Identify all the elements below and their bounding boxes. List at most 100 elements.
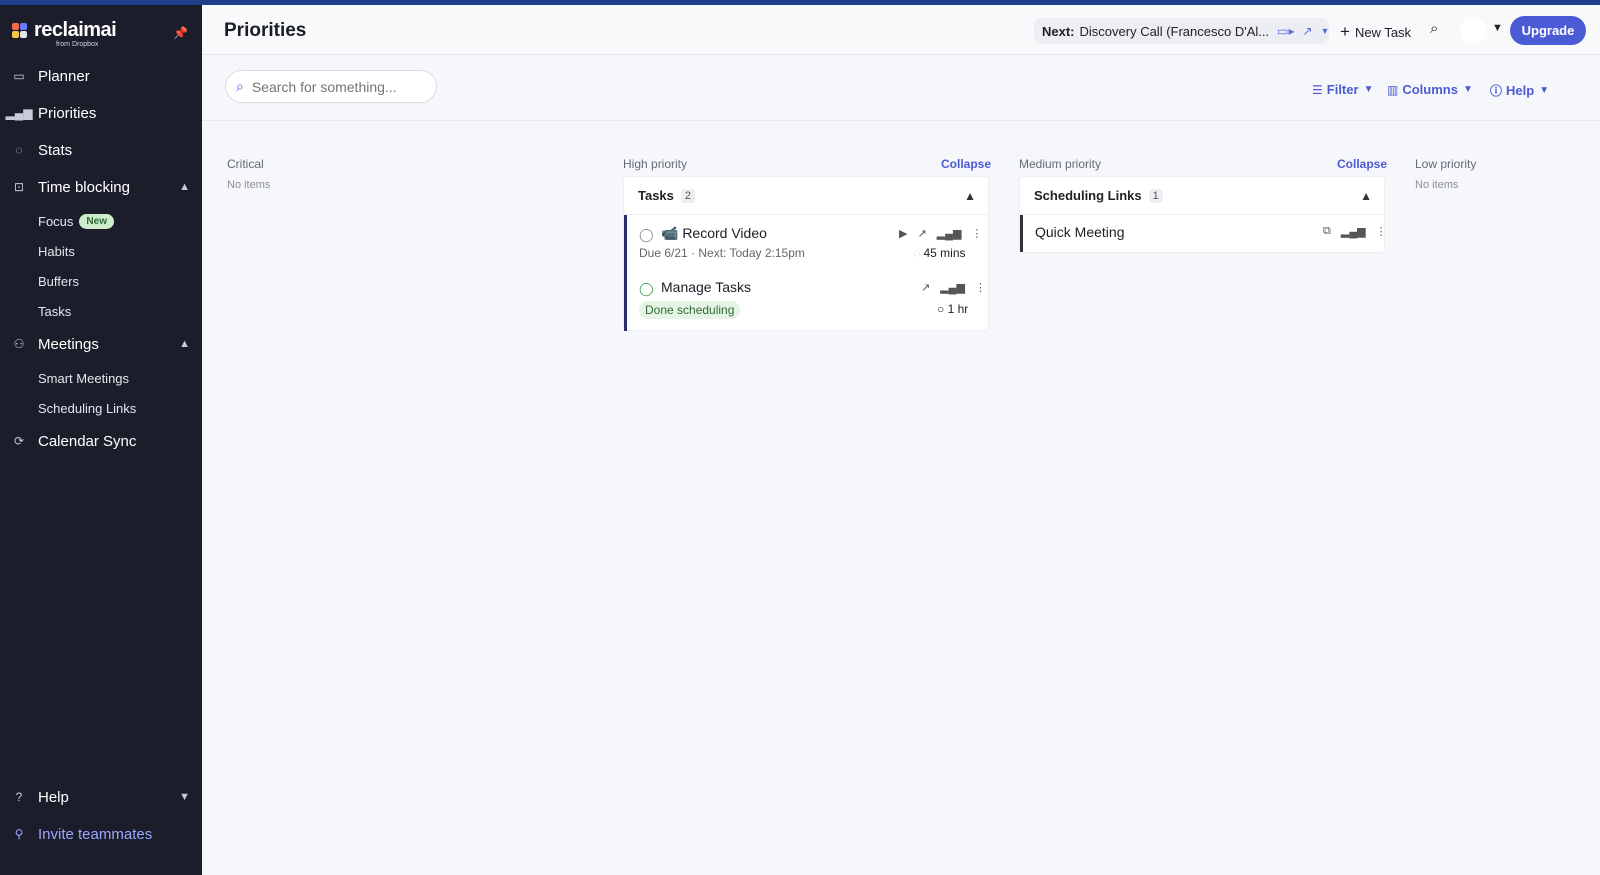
sidebar-item-label: Buffers	[38, 273, 79, 289]
brand-logo[interactable]: reclaimai	[12, 19, 117, 42]
search-field[interactable]: ⌕	[225, 70, 437, 103]
arrow-up-right-icon[interactable]: ↗	[917, 227, 926, 240]
sync-icon: ⟳	[13, 434, 25, 448]
copy-icon[interactable]: ⧉	[1323, 225, 1331, 238]
task-duration-text: 1 hr	[947, 302, 969, 316]
column-title-low: Low priority	[1415, 157, 1477, 171]
sidebar-item-focus[interactable]: Focus New	[38, 210, 114, 232]
new-badge: New	[79, 213, 114, 229]
sidebar-item-meetings[interactable]: ⚇ Meetings ▲	[12, 330, 190, 358]
column-empty-low: No items	[1415, 179, 1459, 191]
search-input[interactable]	[251, 78, 412, 95]
help-circle-icon: ?	[15, 790, 23, 804]
tasks-group-header[interactable]: Tasks 2 ▲	[624, 177, 988, 215]
sidebar-item-scheduling-links[interactable]: Scheduling Links	[38, 397, 136, 419]
next-label: Next:	[1042, 23, 1075, 39]
sidebar-item-stats[interactable]: ◌ Stats	[12, 136, 190, 164]
external-link-icon[interactable]: ↗	[1302, 24, 1312, 38]
sidebar-item-tasks[interactable]: Tasks	[38, 300, 71, 322]
chevron-down-icon[interactable]: ▼	[1321, 26, 1329, 36]
sidebar-item-planner[interactable]: ▭ Planner	[12, 62, 190, 90]
sidebar-item-label: Priorities	[38, 104, 97, 122]
scheduling-links-group-header[interactable]: Scheduling Links 1 ▲	[1020, 177, 1384, 215]
task-actions: ↗ ▂▄▆ ⋮	[921, 281, 986, 294]
pin-icon[interactable]: 📌	[173, 26, 188, 40]
invite-label: Invite teammates	[38, 825, 153, 843]
scheduling-links-group-card: Scheduling Links 1 ▲ Quick Meeting ⧉ ▂▄▆…	[1019, 176, 1387, 253]
priority-bars-icon[interactable]: ▂▄▆	[1341, 225, 1366, 238]
more-vertical-icon[interactable]: ⋮	[1376, 225, 1387, 238]
sidebar-item-priorities[interactable]: ▂▄▆ Priorities	[6, 99, 190, 127]
new-task-button[interactable]: + New Task	[1340, 22, 1411, 42]
list-item[interactable]: ◯ 📹 Record Video Due 6/21 · Next: Today …	[627, 215, 990, 271]
group-title: Tasks	[638, 188, 674, 203]
sidebar-item-label: Planner	[38, 67, 90, 85]
sidebar-item-calendar-sync[interactable]: ⟳ Calendar Sync	[12, 427, 190, 455]
avatar[interactable]	[1460, 18, 1486, 44]
column-title-medium: Medium priority	[1019, 157, 1102, 171]
progress-ring-icon: ○	[937, 302, 945, 316]
sidebar-item-label: Scheduling Links	[38, 400, 137, 416]
sidebar-item-habits[interactable]: Habits	[38, 240, 75, 262]
sidebar-item-time-blocking[interactable]: ⊡ Time blocking ▲	[12, 173, 190, 201]
sidebar-item-label: Habits	[38, 243, 75, 259]
page-title: Priorities	[224, 20, 307, 41]
chevron-up-icon: ▲	[179, 338, 190, 350]
stats-icon: ◌	[15, 143, 23, 157]
priority-bars-icon[interactable]: ▂▄▆	[940, 281, 965, 294]
time-blocking-icon: ⊡	[13, 180, 25, 194]
chevron-up-icon[interactable]: ▲	[964, 189, 976, 203]
list-item[interactable]: Quick Meeting ⧉ ▂▄▆ ⋮	[1020, 215, 1387, 252]
filter-label: Filter	[1326, 82, 1359, 97]
play-icon[interactable]: ▶	[899, 227, 907, 240]
sidebar-item-buffers[interactable]: Buffers	[38, 270, 79, 292]
help-label: Help	[1506, 83, 1535, 98]
task-title: 📹 Record Video	[661, 225, 767, 241]
link-title: Quick Meeting	[1035, 224, 1125, 240]
sidebar-item-label: Tasks	[38, 303, 72, 319]
collapse-medium-button[interactable]: Collapse	[1337, 157, 1387, 171]
priority-bars-icon[interactable]: ▂▄▆	[937, 227, 962, 240]
meetings-icon: ⚇	[13, 337, 25, 351]
collapse-high-button[interactable]: Collapse	[941, 157, 991, 171]
arrow-up-right-icon[interactable]: ↗	[921, 281, 930, 294]
sidebar-item-smart-meetings[interactable]: Smart Meetings	[38, 367, 129, 389]
next-event-pill[interactable]: Next: Discovery Call (Francesco D'Al... …	[1034, 18, 1329, 44]
main-content: Priorities Next: Discovery Call (Frances…	[202, 5, 1600, 875]
sidebar-item-label: Meetings	[38, 335, 99, 353]
task-duration-text: 45 mins	[923, 246, 966, 260]
tasks-group-card: Tasks 2 ▲ ◯ 📹 Record Video Due 6/21 · Ne…	[623, 176, 989, 331]
link-actions: ⧉ ▂▄▆ ⋮	[1323, 225, 1387, 238]
video-icon[interactable]: ▭▸	[1277, 24, 1294, 38]
group-count: 1	[1148, 188, 1163, 203]
filter-button[interactable]: ☰ Filter ▼	[1312, 82, 1373, 97]
more-vertical-icon[interactable]: ⋮	[971, 227, 982, 240]
help-circle-icon: ⓘ	[1490, 84, 1503, 98]
toolbar: ⌕ ☰ Filter ▼ ▥ Columns ▼ ⓘ Help ▼	[202, 55, 1600, 121]
chevron-down-icon: ▼	[179, 791, 190, 803]
upgrade-button[interactable]: Upgrade	[1510, 16, 1586, 45]
invite-teammates-link[interactable]: ⚲ Invite teammates	[12, 820, 190, 848]
sidebar-item-label: Focus	[38, 213, 74, 229]
chevron-up-icon[interactable]: ▲	[1360, 189, 1372, 203]
check-circle-icon[interactable]: ◯	[639, 281, 654, 297]
task-duration: ○ 1 hr	[937, 302, 968, 316]
search-icon: ⌕	[236, 78, 244, 94]
more-vertical-icon[interactable]: ⋮	[975, 281, 986, 294]
sidebar-item-label: Help	[38, 788, 69, 806]
sidebar-item-label: Calendar Sync	[38, 432, 137, 450]
chevron-down-icon[interactable]: ▼	[1492, 22, 1503, 34]
new-task-label: New Task	[1354, 24, 1412, 40]
sidebar: reclaimai from Dropbox 📌 ▭ Planner ▂▄▆ P…	[0, 5, 202, 875]
chevron-down-icon: ▼	[1363, 84, 1374, 95]
group-title: Scheduling Links	[1034, 188, 1142, 203]
sidebar-item-help[interactable]: ? Help ▼	[12, 783, 190, 811]
page-header: Priorities Next: Discovery Call (Frances…	[202, 5, 1600, 55]
next-event-title: Discovery Call (Francesco D'Al...	[1079, 23, 1270, 39]
columns-button[interactable]: ▥ Columns ▼	[1387, 82, 1473, 97]
check-circle-icon[interactable]: ◯	[639, 227, 654, 243]
help-button[interactable]: ⓘ Help ▼	[1490, 82, 1549, 99]
progress-ring-icon: ◌	[913, 246, 921, 260]
list-item[interactable]: ◯ Manage Tasks Done scheduling ↗ ▂▄▆ ⋮ ○…	[627, 271, 990, 331]
search-icon[interactable]: ⌕	[1430, 20, 1438, 37]
